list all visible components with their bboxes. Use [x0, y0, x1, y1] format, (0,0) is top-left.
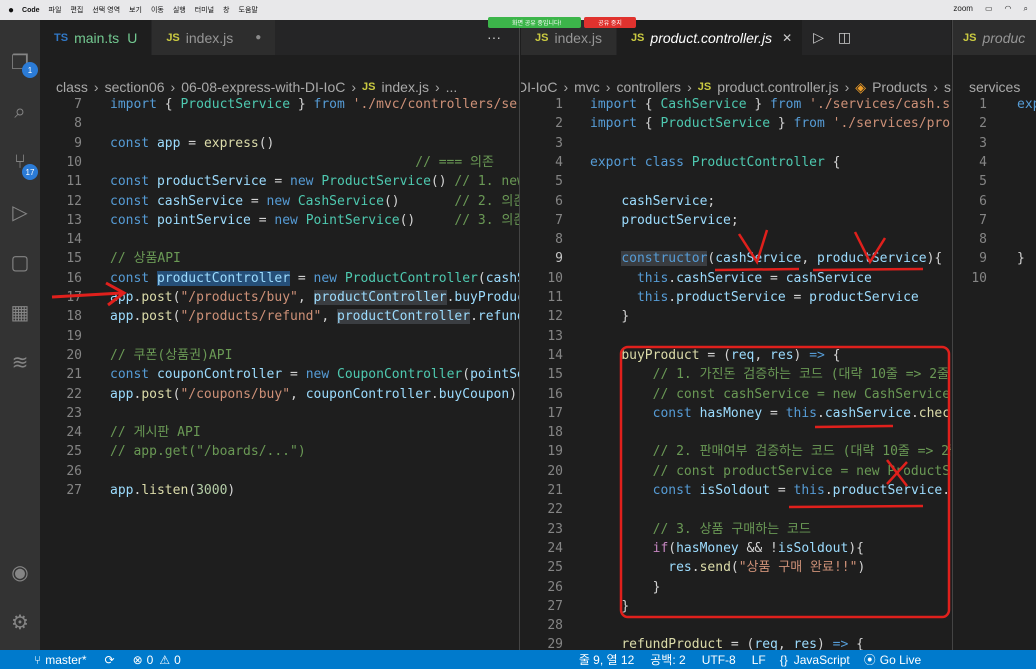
scm-badge: 17	[22, 164, 38, 180]
breadcrumb-item[interactable]: services	[969, 79, 1020, 95]
line-number: 1	[979, 97, 987, 112]
apple-icon[interactable]: ●	[8, 5, 14, 16]
braces-icon[interactable]: {}	[780, 653, 788, 667]
cursor-position[interactable]: 줄 9, 열 12	[579, 651, 634, 668]
code-line[interactable]: exp	[1017, 95, 1036, 114]
broadcast-icon[interactable]: ⦿	[864, 651, 876, 668]
stop-sharing-button[interactable]: 공유 중지	[584, 17, 636, 28]
menu-go[interactable]: 이동	[151, 5, 164, 15]
line-number: 7	[979, 212, 987, 228]
left-editor-group: TS main.ts U JS index.js ● ··· class › se…	[40, 20, 520, 650]
line-number: 6	[979, 193, 987, 209]
menu-run[interactable]: 실행	[173, 5, 186, 15]
tab-label: produc	[982, 29, 1026, 46]
menu-selection[interactable]: 선택 영역	[92, 5, 120, 15]
menu-help[interactable]: 도움말	[239, 5, 258, 15]
wifi-icon[interactable]: ◠	[1005, 4, 1012, 14]
menu-list: Code 파일 편집 선택 영역 보기 이동 실행 터미널 창 도움말	[22, 5, 258, 15]
extensions-icon[interactable]: ▦	[0, 292, 40, 332]
line-number: 4	[979, 154, 987, 170]
line-number: 5	[979, 174, 987, 190]
remote-explorer-icon[interactable]: ▢	[0, 242, 40, 282]
end-of-line[interactable]: LF	[752, 653, 766, 667]
javascript-icon: JS	[963, 31, 977, 44]
go-live-button[interactable]: Go Live	[880, 653, 921, 667]
right-editor-group: JS index.js JS product.controller.js ✕ ▷…	[521, 20, 951, 650]
encoding[interactable]: UTF-8	[702, 653, 736, 667]
annotation-marks	[619, 229, 951, 619]
sync-icon[interactable]: ⟳	[105, 653, 115, 667]
error-icon[interactable]: ⊗	[133, 653, 143, 667]
menu-view[interactable]: 보기	[129, 5, 142, 15]
battery-icon[interactable]: ▭	[985, 4, 993, 14]
third-editor-group: JS produc services 1 2 3 4 5 6 7 8 9 10 exp}	[952, 20, 1036, 650]
search-icon[interactable]: ⌕	[1024, 4, 1028, 14]
line-number: 10	[971, 270, 987, 286]
menu-file[interactable]: 파일	[49, 5, 62, 15]
menu-terminal[interactable]: 터미널	[195, 5, 214, 15]
warning-count[interactable]: 0	[174, 653, 181, 667]
run-debug-icon[interactable]: ▷	[0, 192, 40, 232]
indentation[interactable]: 공백: 2	[650, 651, 685, 668]
line-number: 8	[979, 232, 987, 248]
menu-window[interactable]: 창	[223, 5, 229, 15]
branch-icon: ⑂	[34, 652, 42, 667]
screen-share-bar: 화면 공유 중입니다! 공유 중지	[488, 17, 636, 28]
warning-icon[interactable]: ⚠	[159, 653, 170, 667]
settings-gear-icon[interactable]: ⚙	[0, 602, 40, 642]
tab-product-service[interactable]: JS produc	[953, 20, 1036, 55]
annotation-arrow-left	[51, 281, 127, 307]
menu-extras: zoom ▭ ◠ ⌕	[953, 4, 1028, 14]
error-count[interactable]: 0	[147, 653, 154, 667]
status-bar: ⑂ master* ⟳ ⊗ 0 ⚠ 0 줄 9, 열 12 공백: 2 UTF-…	[0, 650, 1036, 669]
search-icon[interactable]: ⌕	[0, 92, 40, 132]
third-tab-bar: JS produc	[953, 20, 1036, 55]
activity-bar: ❐ 1 ⌕ ⑂ 17 ▷ ▢ ▦ ≋ ◉ ⚙	[0, 20, 40, 650]
line-number: 9	[979, 251, 987, 267]
sharing-indicator: 화면 공유 중입니다!	[488, 17, 582, 28]
explorer-badge: 1	[22, 62, 38, 78]
account-icon[interactable]: ◉	[0, 552, 40, 592]
zoom-label[interactable]: zoom	[953, 4, 973, 14]
branch-name[interactable]: master*	[45, 653, 86, 667]
line-number: 2	[979, 116, 987, 132]
menu-edit[interactable]: 편집	[70, 5, 83, 15]
menu-app[interactable]: Code	[22, 7, 40, 14]
docker-icon[interactable]: ≋	[0, 342, 40, 382]
code-line[interactable]: }	[1017, 249, 1025, 268]
line-number: 3	[979, 135, 987, 151]
language-mode[interactable]: JavaScript	[794, 653, 850, 667]
